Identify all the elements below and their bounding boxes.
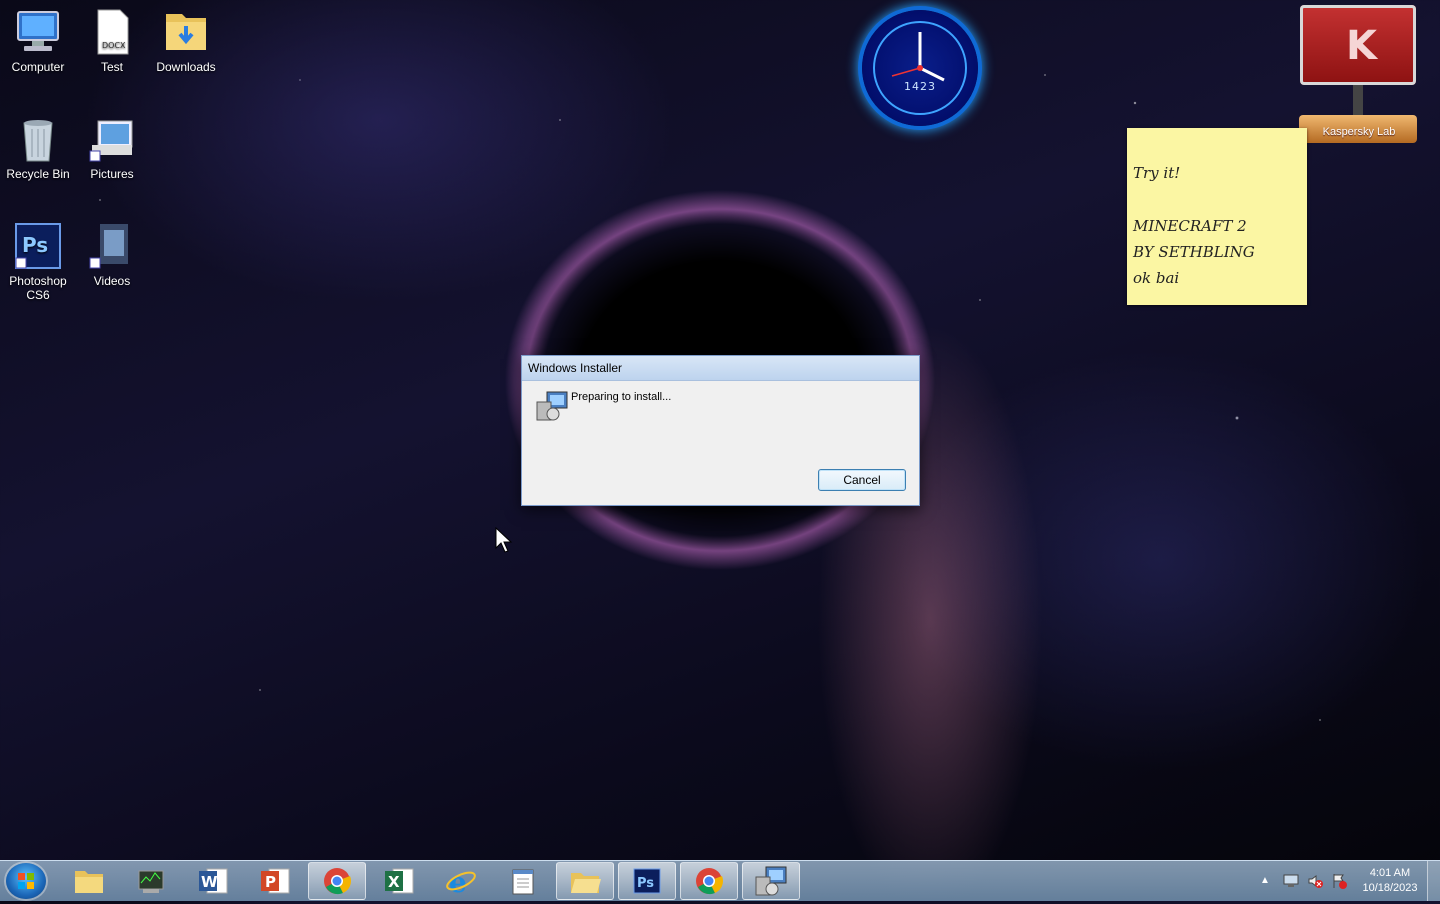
taskbar-explorer[interactable] <box>60 862 118 900</box>
taskbar: W P X e Ps ▲ 4:01 AM 10/18/2023 <box>0 860 1440 901</box>
kaspersky-gadget[interactable]: K Kaspersky Lab <box>1299 5 1419 145</box>
folder-icon <box>75 871 103 893</box>
windows-installer-dialog: Windows Installer Preparing to install..… <box>521 355 920 506</box>
docx-file-icon: DOCX <box>88 8 136 56</box>
note-line: ok bai <box>1133 269 1180 287</box>
chrome-icon <box>696 868 723 895</box>
desktop-icon-test[interactable]: DOCX Test <box>74 8 150 74</box>
taskbar-windows-installer[interactable] <box>742 862 800 900</box>
tray-date: 10/18/2023 <box>1362 882 1418 894</box>
installer-icon <box>535 390 569 422</box>
clock-gadget[interactable]: 1423 <box>862 10 978 126</box>
clock-face-icon <box>873 21 967 115</box>
svg-text:Ps: Ps <box>637 876 654 891</box>
tray-time: 4:01 AM <box>1369 867 1411 879</box>
excel-icon: X <box>385 868 414 894</box>
kaspersky-monitor: K <box>1300 5 1416 85</box>
desktop-icon-photoshop[interactable]: Ps Photoshop CS6 <box>0 222 76 302</box>
taskbar-photoshop[interactable]: Ps <box>618 862 676 900</box>
taskbar-chrome-2[interactable] <box>680 862 738 900</box>
photoshop-taskbar-icon: Ps <box>633 868 661 894</box>
photoshop-icon: Ps <box>14 222 62 270</box>
svg-text:P: P <box>265 873 276 891</box>
installer-taskbar-icon <box>755 866 787 896</box>
clock-digits: 1423 <box>904 80 936 93</box>
start-button[interactable] <box>6 863 46 899</box>
taskbar-folder[interactable] <box>556 862 614 900</box>
windows-logo-icon <box>18 873 34 889</box>
taskbar-word[interactable]: W <box>184 862 242 900</box>
chrome-icon <box>324 868 351 895</box>
desktop-icon-computer[interactable]: Computer <box>0 8 76 74</box>
word-icon: W <box>199 868 228 894</box>
network-tray-icon[interactable] <box>1283 873 1299 894</box>
folder-open-icon <box>571 873 601 893</box>
taskbar-task-manager[interactable] <box>122 862 180 900</box>
kaspersky-logo-icon: K <box>1346 23 1377 69</box>
note-line: Try it! <box>1133 164 1181 182</box>
powerpoint-icon: P <box>261 868 290 894</box>
taskbar-chrome[interactable] <box>308 862 366 900</box>
volume-muted-icon[interactable] <box>1307 873 1323 894</box>
taskbar-excel[interactable]: X <box>370 862 428 900</box>
note-line: MINECRAFT 2 <box>1133 217 1247 235</box>
dialog-message: Preparing to install... <box>571 391 672 403</box>
tray-clock[interactable]: 4:01 AM 10/18/2023 <box>1358 861 1422 901</box>
sticky-note[interactable]: Try it! MINECRAFT 2 BY SETHBLING ok bai <box>1127 128 1307 305</box>
action-center-icon[interactable] <box>1331 873 1347 894</box>
recycle-bin-icon <box>14 115 62 163</box>
desktop-icon-videos[interactable]: Videos <box>74 222 150 288</box>
notepad-icon <box>512 869 534 895</box>
dialog-title[interactable]: Windows Installer <box>522 356 919 381</box>
svg-text:W: W <box>201 873 218 891</box>
kaspersky-label: Kaspersky Lab <box>1322 126 1396 138</box>
show-desktop-button[interactable] <box>1427 861 1440 901</box>
show-hidden-icons[interactable]: ▲ <box>1260 875 1270 886</box>
desktop-icon-downloads[interactable]: Downloads <box>148 8 224 74</box>
videos-shortcut-icon <box>88 222 136 270</box>
internet-explorer-icon: e <box>446 866 476 896</box>
pictures-shortcut-icon <box>88 115 136 163</box>
photoshop-badge: Ps <box>22 233 48 257</box>
taskbar-internet-explorer[interactable]: e <box>432 862 490 900</box>
downloads-folder-icon <box>162 8 210 56</box>
taskbar-notepad[interactable] <box>494 862 552 900</box>
desktop-icon-recycle-bin[interactable]: Recycle Bin <box>0 115 76 181</box>
note-line: BY SETHBLING <box>1133 243 1255 261</box>
docx-badge: DOCX <box>102 41 126 50</box>
svg-text:X: X <box>388 873 400 891</box>
taskbar-powerpoint[interactable]: P <box>246 862 304 900</box>
task-manager-icon <box>138 870 164 893</box>
mouse-cursor-icon <box>495 527 513 553</box>
desktop-icon-pictures[interactable]: Pictures <box>74 115 150 181</box>
computer-icon <box>14 8 62 56</box>
cancel-button[interactable]: Cancel <box>818 469 906 491</box>
